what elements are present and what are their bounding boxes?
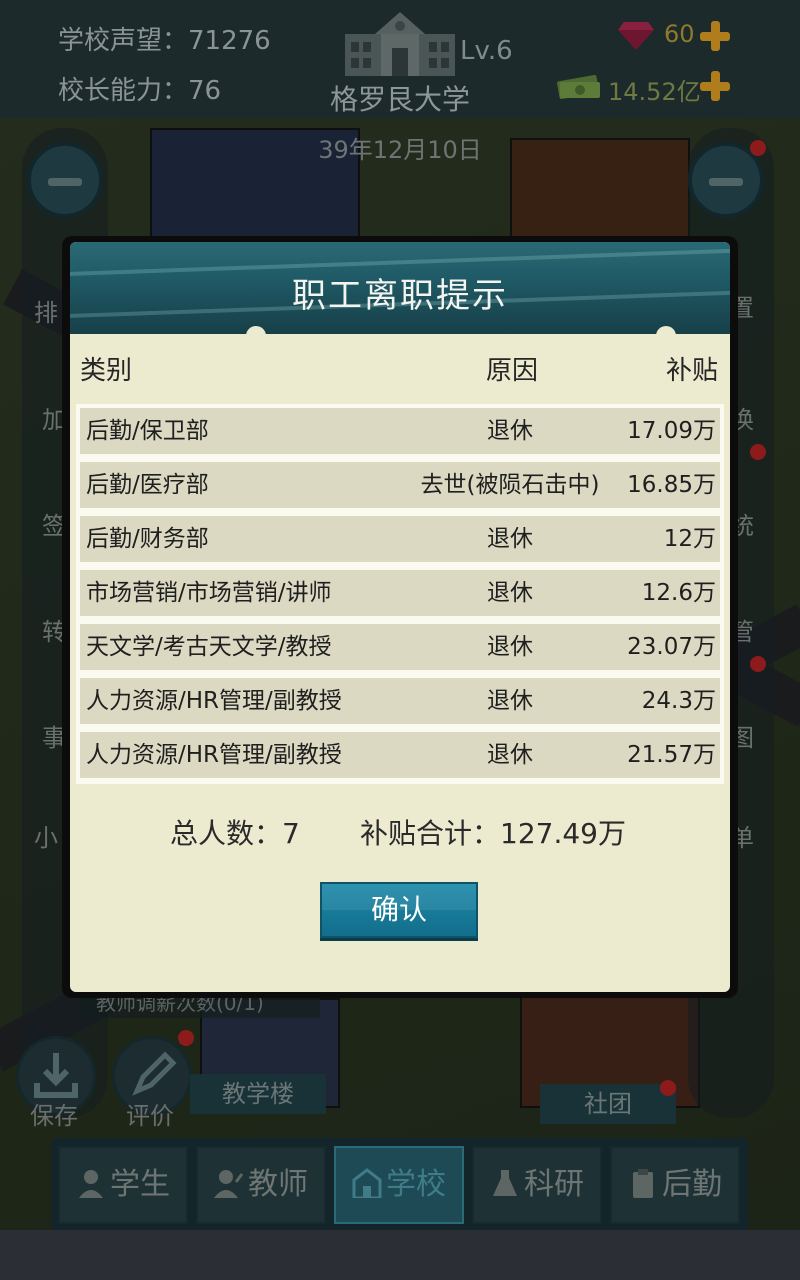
row-category: 后勤/保卫部 bbox=[86, 418, 209, 444]
level-label: Lv.6 bbox=[460, 36, 513, 66]
add-money-button[interactable] bbox=[700, 71, 730, 101]
tab-label: 教师 bbox=[248, 1167, 308, 1202]
tab-label: 学生 bbox=[110, 1167, 170, 1202]
row-subsidy: 17.09万 bbox=[627, 418, 716, 444]
tab-students[interactable]: 学生 bbox=[58, 1146, 188, 1224]
club-banner[interactable]: 社团 bbox=[540, 1084, 676, 1124]
save-label: 保存 bbox=[30, 1102, 78, 1130]
confirm-button[interactable]: 确认 bbox=[320, 882, 478, 938]
row-subsidy: 21.57万 bbox=[627, 742, 716, 768]
table-row: 天文学/考古天文学/教授 退休 23.07万 bbox=[80, 624, 720, 670]
side-label-small[interactable]: 小 bbox=[34, 818, 58, 853]
dialog-panel: 职工离职提示 类别 原因 补贴 后勤/保卫部 退休 17.09万 后勤/医疗部 … bbox=[70, 242, 730, 992]
teaching-building-banner[interactable]: 教学楼 bbox=[190, 1074, 326, 1114]
total-count: 总人数：7 bbox=[170, 812, 300, 852]
gem-icon bbox=[618, 22, 654, 50]
row-subsidy: 12.6万 bbox=[641, 580, 716, 606]
row-reason: 退休 bbox=[487, 742, 533, 768]
reputation-label: 学校声望： bbox=[58, 26, 189, 56]
table-row: 人力资源/HR管理/副教授 退休 21.57万 bbox=[80, 732, 720, 778]
bottom-nav: 学生 教师 学校 科研 后勤 bbox=[52, 1138, 748, 1232]
school-icon bbox=[352, 1168, 382, 1198]
row-category: 后勤/医疗部 bbox=[86, 472, 209, 498]
row-category: 人力资源/HR管理/副教授 bbox=[86, 742, 342, 768]
student-icon bbox=[79, 1170, 103, 1198]
money-icon bbox=[557, 74, 600, 100]
column-header-category: 类别 bbox=[80, 356, 133, 386]
column-header-subsidy: 补贴 bbox=[665, 356, 718, 386]
dialog-header: 职工离职提示 bbox=[70, 242, 730, 334]
notification-dot bbox=[750, 444, 766, 460]
flask-icon bbox=[493, 1170, 517, 1196]
row-reason: 退休 bbox=[487, 580, 533, 606]
reputation-stat: 学校声望：71276 bbox=[58, 20, 271, 57]
total-count-label: 总人数： bbox=[170, 817, 283, 850]
row-subsidy: 12万 bbox=[663, 526, 716, 552]
row-category: 天文学/考古天文学/教授 bbox=[86, 634, 332, 660]
notification-dot bbox=[178, 1030, 194, 1046]
row-subsidy: 24.3万 bbox=[641, 688, 716, 714]
table-row: 后勤/医疗部 去世(被陨石击中) 16.85万 bbox=[80, 462, 720, 508]
review-label: 评价 bbox=[126, 1102, 174, 1130]
table-row: 后勤/财务部 退休 12万 bbox=[80, 516, 720, 562]
table-row: 人力资源/HR管理/副教授 退休 24.3万 bbox=[80, 678, 720, 724]
row-category: 后勤/财务部 bbox=[86, 526, 209, 552]
row-reason: 退休 bbox=[487, 526, 533, 552]
row-reason: 去世(被陨石击中) bbox=[420, 472, 600, 498]
table-row: 市场营销/市场营销/讲师 退休 12.6万 bbox=[80, 570, 720, 616]
row-subsidy: 23.07万 bbox=[627, 634, 716, 660]
tab-research[interactable]: 科研 bbox=[472, 1146, 602, 1224]
total-subsidy-label: 补贴合计： bbox=[360, 817, 501, 850]
dialog-title: 职工离职提示 bbox=[292, 276, 508, 316]
tab-label: 后勤 bbox=[662, 1167, 722, 1202]
tab-teachers[interactable]: 教师 bbox=[196, 1146, 326, 1224]
money-amount: 14.52亿 bbox=[608, 78, 701, 106]
staff-resignation-dialog: 职工离职提示 类别 原因 补贴 后勤/保卫部 退休 17.09万 后勤/医疗部 … bbox=[62, 236, 738, 998]
tab-label: 科研 bbox=[524, 1167, 584, 1202]
side-label-rank[interactable]: 排 bbox=[34, 293, 58, 328]
row-category: 人力资源/HR管理/副教授 bbox=[86, 688, 342, 714]
table-row: 后勤/保卫部 退休 17.09万 bbox=[80, 408, 720, 454]
reputation-value: 71276 bbox=[188, 26, 271, 56]
system-nav-bar bbox=[0, 1230, 800, 1280]
tab-school[interactable]: 学校 bbox=[334, 1146, 464, 1224]
row-reason: 退休 bbox=[487, 634, 533, 660]
top-status-bar: 学校声望：71276 校长能力：76 Lv.6 格罗艮大学 60 14.52亿 bbox=[0, 0, 800, 118]
column-header-reason: 原因 bbox=[486, 356, 539, 386]
total-count-value: 7 bbox=[282, 817, 300, 850]
tab-logistics[interactable]: 后勤 bbox=[610, 1146, 740, 1224]
game-date: 39年12月10日 bbox=[318, 136, 482, 164]
add-gems-button[interactable] bbox=[700, 21, 730, 51]
notification-dot bbox=[660, 1080, 676, 1096]
notification-dot bbox=[750, 656, 766, 672]
minus-icon bbox=[709, 178, 743, 186]
total-subsidy: 补贴合计：127.49万 bbox=[360, 812, 626, 852]
clipboard-icon bbox=[633, 1169, 653, 1198]
row-category: 市场营销/市场营销/讲师 bbox=[86, 580, 332, 606]
row-reason: 退休 bbox=[487, 688, 533, 714]
minus-icon bbox=[48, 178, 82, 186]
row-subsidy: 16.85万 bbox=[627, 472, 716, 498]
gem-count: 60 bbox=[664, 20, 695, 48]
teacher-icon bbox=[214, 1170, 244, 1198]
tab-label: 学校 bbox=[386, 1167, 446, 1202]
row-reason: 退休 bbox=[487, 418, 533, 444]
total-subsidy-value: 127.49万 bbox=[500, 817, 626, 850]
school-building-icon bbox=[345, 12, 455, 76]
resignation-table: 后勤/保卫部 退休 17.09万 后勤/医疗部 去世(被陨石击中) 16.85万… bbox=[76, 404, 724, 784]
